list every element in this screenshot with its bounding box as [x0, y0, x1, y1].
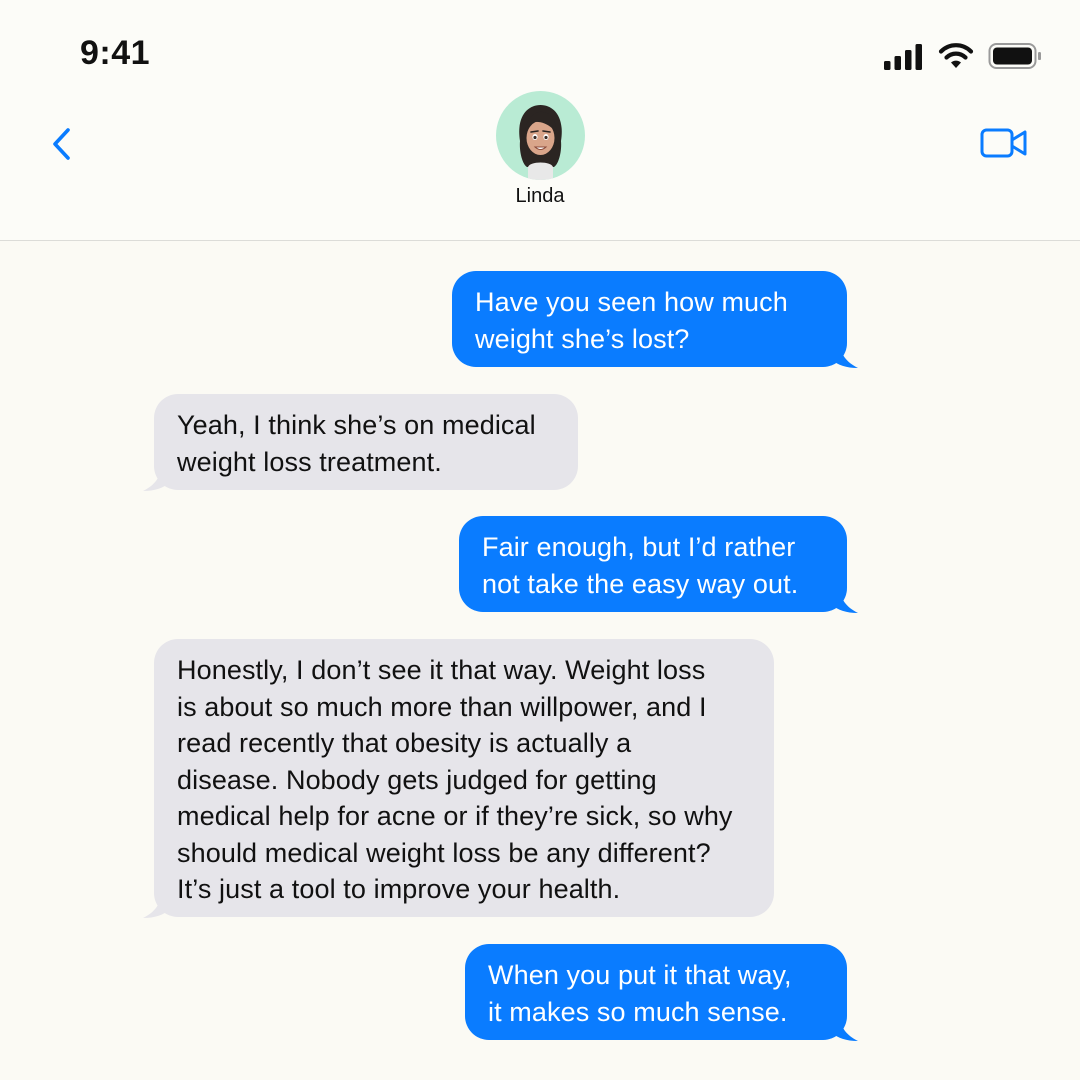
message-line: Honestly, I don’t see it that way. Weigh…	[177, 655, 706, 685]
video-camera-icon[interactable]	[980, 124, 1028, 162]
avatar[interactable]	[496, 91, 585, 180]
message-line: Have you seen how much	[475, 287, 788, 317]
message-line: read recently that obesity is actually a	[177, 728, 632, 758]
message-bubble-sent[interactable]: When you put it that way, it makes so mu…	[465, 944, 858, 1041]
message-bubble-received[interactable]: Honestly, I don’t see it that way. Weigh…	[143, 639, 774, 918]
message-line: should medical weight loss be any differ…	[177, 837, 711, 868]
battery-icon	[988, 43, 1041, 69]
back-chevron-icon[interactable]	[46, 124, 78, 164]
bubble-tail-icon	[832, 587, 858, 613]
message-line: Yeah, I think she’s on medical	[177, 410, 536, 440]
message-line: When you put it that way,	[488, 960, 792, 990]
message-line: medical help for acne or if they’re sick…	[177, 801, 733, 831]
bubble-tail-icon	[832, 342, 858, 368]
message-line: weight she’s lost?	[475, 323, 690, 354]
status-icons	[884, 42, 1042, 70]
bubble-tail-icon	[143, 465, 169, 491]
message-line: Fair enough, but I’d rather	[482, 532, 796, 562]
message-bubble-sent[interactable]: Have you seen how much weight she’s lost…	[452, 271, 858, 368]
bubble-tail-icon	[832, 1015, 858, 1041]
conversation-header: 9:41 Linda	[0, 0, 1080, 241]
message-line: disease. Nobody gets judged for getting	[177, 764, 657, 795]
message-line: It’s just a tool to improve your health.	[177, 874, 621, 904]
wifi-icon	[938, 43, 974, 68]
cellular-signal-icon	[884, 44, 922, 70]
contact-name[interactable]: Linda	[0, 185, 1080, 208]
message-line: is about so much more than willpower, an…	[177, 691, 707, 722]
message-bubble-sent[interactable]: Fair enough, but I’d rather not take the…	[459, 516, 858, 613]
memoji-avatar-icon	[519, 105, 562, 180]
message-line: weight loss treatment.	[177, 446, 442, 477]
message-line: not take the easy way out.	[482, 568, 799, 599]
message-thread[interactable]: Have you seen how much weight she’s lost…	[0, 241, 1080, 1080]
message-line: it makes so much sense.	[488, 996, 788, 1027]
bubble-tail-icon	[143, 892, 169, 918]
message-bubble-received[interactable]: Yeah, I think she’s on medical weight lo…	[143, 394, 578, 491]
status-time: 9:41	[80, 34, 151, 72]
